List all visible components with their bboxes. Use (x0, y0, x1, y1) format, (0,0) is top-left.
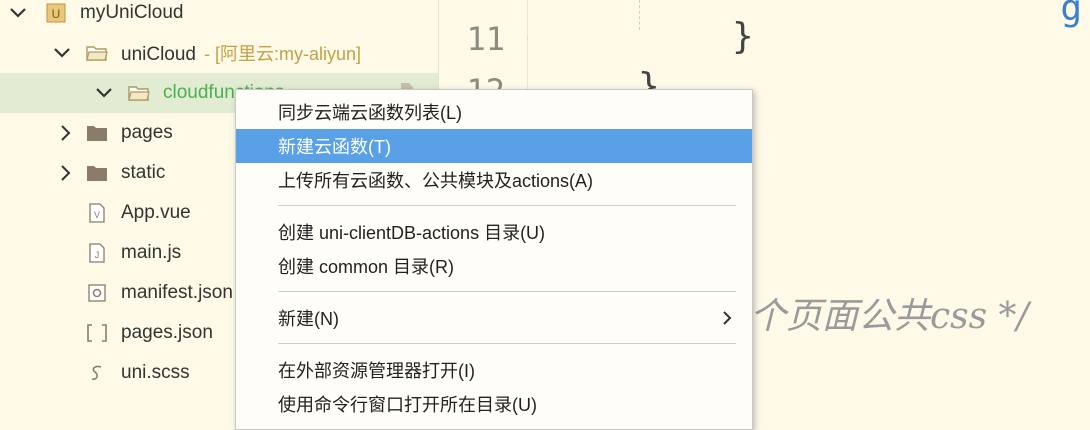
json-file-icon (86, 322, 108, 344)
tree-item-unicloud[interactable]: uniCloud - [阿里云:my-aliyun] (0, 33, 438, 73)
menu-item-open-in-explorer[interactable]: 在外部资源管理器打开(I) (236, 353, 752, 387)
tree-item-label: main.js (121, 242, 182, 263)
tree-item-myunicloud[interactable]: U myUniCloud (0, 0, 438, 33)
menu-item-open-in-terminal[interactable]: 使用命令行窗口打开所在目录(U) (236, 387, 752, 421)
vue-file-icon: V (86, 202, 108, 224)
menu-item-create-common[interactable]: 创建 common 目录(R) (236, 249, 752, 283)
folder-open-icon (128, 82, 150, 104)
svg-text:V: V (94, 210, 100, 220)
svg-text:U: U (52, 7, 61, 21)
tree-item-label: uniCloud (121, 44, 196, 65)
menu-separator (278, 205, 736, 206)
chevron-right-icon (722, 310, 732, 331)
folder-open-icon (86, 42, 108, 64)
menu-item-upload-all[interactable]: 上传所有云函数、公共模块及actions(A) (236, 163, 752, 197)
menu-separator (278, 343, 736, 344)
svg-text:J: J (95, 250, 100, 260)
indent-guide (639, 0, 640, 30)
tree-item-label: myUniCloud (80, 2, 184, 23)
folder-icon (86, 162, 108, 184)
menu-item-sync-cloud-functions[interactable]: 同步云端云函数列表(L) (236, 95, 752, 129)
chevron-down-icon[interactable] (52, 43, 72, 63)
menu-separator (278, 291, 736, 292)
tree-item-label: static (121, 162, 166, 183)
cloud-provider-label: - [阿里云:my-aliyun] (204, 44, 362, 64)
chevron-down-icon[interactable] (94, 83, 114, 103)
folder-icon (86, 122, 108, 144)
chevron-down-icon[interactable] (8, 3, 28, 23)
menu-item-new[interactable]: 新建(N) (236, 301, 752, 335)
tree-item-label: pages.json (121, 322, 213, 343)
tree-item-label: App.vue (121, 202, 191, 223)
chevron-right-icon[interactable] (56, 163, 76, 183)
code-brace: } (732, 16, 754, 57)
code-comment: 个页面公共css */ (750, 296, 1029, 337)
menu-item-new-cloud-function[interactable]: 新建云函数(T) (236, 129, 752, 163)
js-file-icon: J (86, 242, 108, 264)
manifest-file-icon (86, 282, 108, 304)
tree-item-label: pages (121, 122, 173, 143)
project-icon: U (45, 2, 67, 24)
scss-file-icon (86, 362, 108, 384)
code-fragment: g (1060, 0, 1082, 29)
tree-item-label: manifest.json (121, 282, 233, 303)
context-menu: 同步云端云函数列表(L) 新建云函数(T) 上传所有云函数、公共模块及actio… (235, 89, 753, 430)
chevron-right-icon[interactable] (56, 123, 76, 143)
line-number: 11 (466, 20, 505, 58)
tree-item-label: uni.scss (121, 362, 190, 383)
menu-item-create-clientdb-actions[interactable]: 创建 uni-clientDB-actions 目录(U) (236, 215, 752, 249)
